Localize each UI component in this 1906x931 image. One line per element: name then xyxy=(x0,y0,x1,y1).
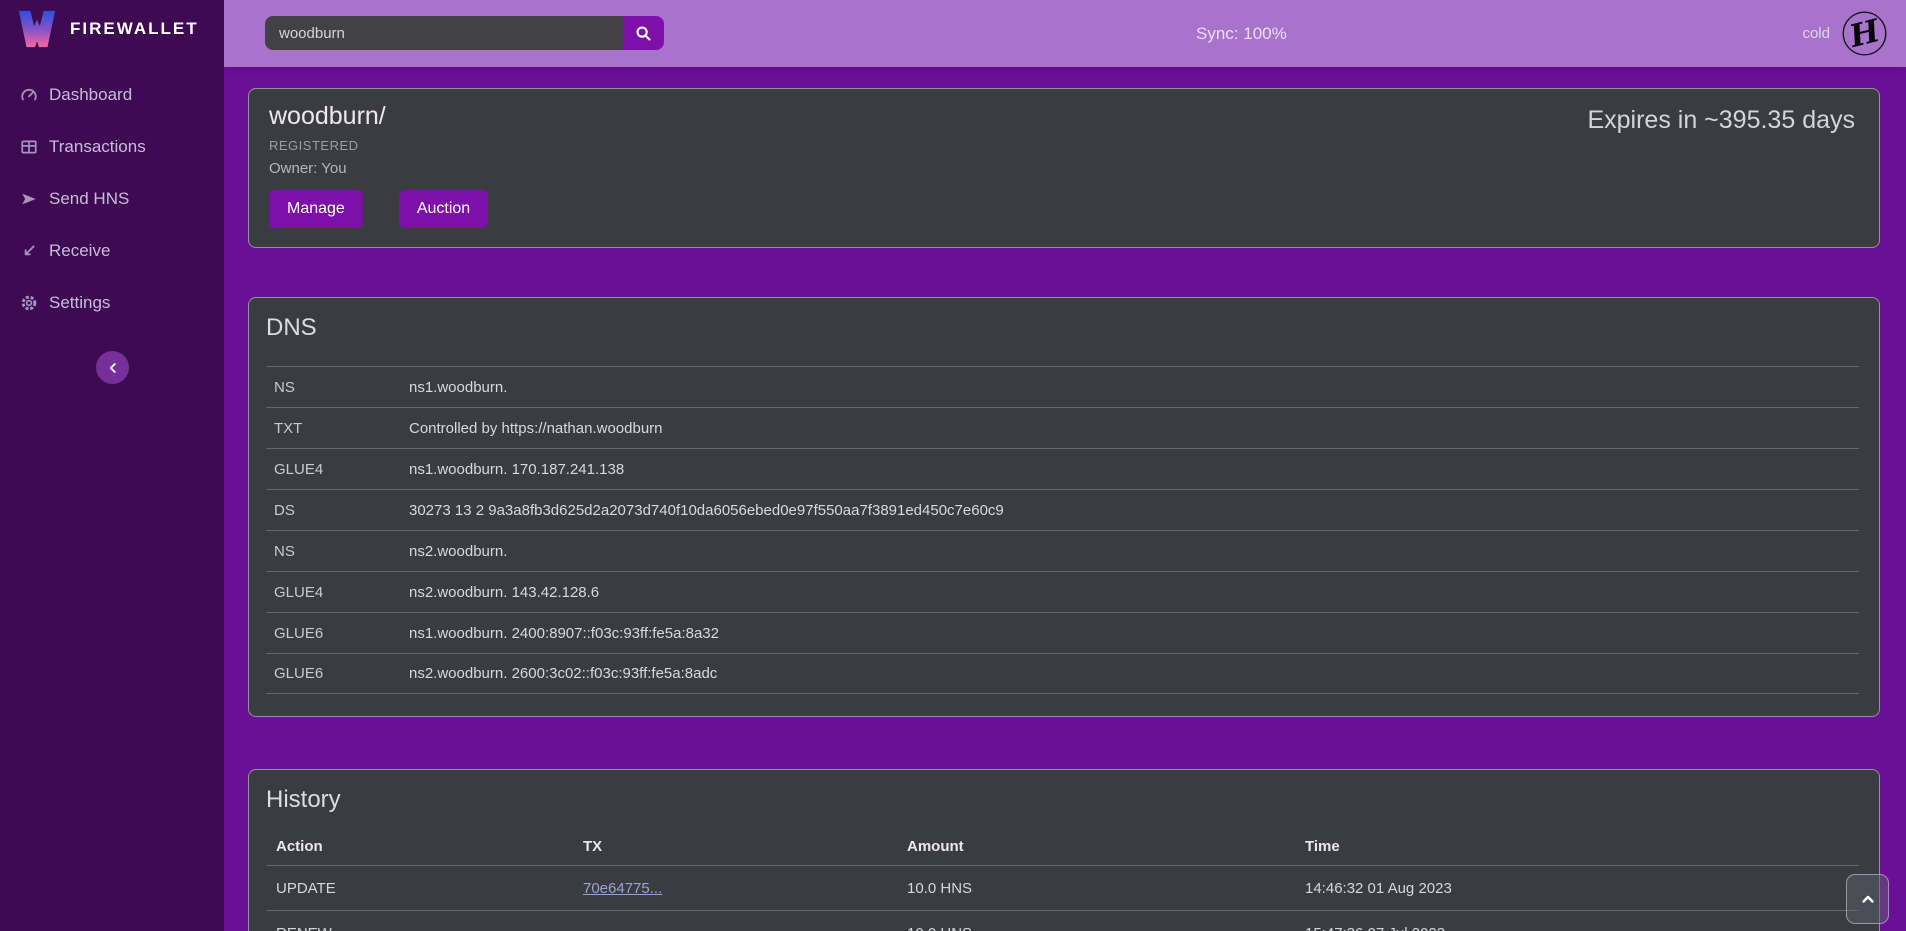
domain-card: woodburn/ REGISTERED Owner: You Manage A… xyxy=(248,88,1880,248)
sidebar-item-receive[interactable]: Receive xyxy=(0,225,224,277)
dns-record-value: ns2.woodburn. 2600:3c02::f03c:93ff:fe5a:… xyxy=(409,665,717,682)
dns-record-type: GLUE4 xyxy=(266,461,409,478)
dns-table: NS ns1.woodburn. TXT Controlled by https… xyxy=(266,366,1859,694)
search-bar xyxy=(265,16,664,50)
gauge-icon xyxy=(20,86,38,104)
history-amount: 10.0 HNS xyxy=(907,925,1305,931)
manage-button[interactable]: Manage xyxy=(269,190,363,228)
domain-expiry: Expires in ~395.35 days xyxy=(1587,106,1855,135)
history-action: RENEW xyxy=(266,925,583,931)
domain-actions: Manage Auction xyxy=(269,190,1859,228)
history-col-time: Time xyxy=(1305,838,1859,855)
dns-record-row: GLUE4 ns2.woodburn. 143.42.128.6 xyxy=(266,571,1859,612)
history-row: RENEW ... 10.0 HNS 15:47:36 07 Jul 2023 xyxy=(266,911,1859,931)
domain-owner: Owner: You xyxy=(269,160,1859,177)
sidebar-item-label: Send HNS xyxy=(49,189,129,209)
svg-text:H: H xyxy=(1845,13,1885,56)
sidebar: FIREWALLET Dashboard Transactions Send H… xyxy=(0,0,224,931)
dns-record-type: NS xyxy=(266,543,409,560)
paper-plane-icon xyxy=(20,190,38,208)
dns-record-value: ns1.woodburn. 2400:8907::f03c:93ff:fe5a:… xyxy=(409,625,719,642)
history-row: UPDATE 70e64775... 10.0 HNS 14:46:32 01 … xyxy=(266,866,1859,911)
sidebar-item-label: Dashboard xyxy=(49,85,132,105)
search-magnifier-icon xyxy=(635,25,652,42)
topbar: Sync: 100% cold H xyxy=(224,0,1906,67)
dns-record-row: GLUE4 ns1.woodburn. 170.187.241.138 xyxy=(266,448,1859,489)
dns-record-value: ns2.woodburn. xyxy=(409,543,507,560)
dns-record-row: DS 30273 13 2 9a3a8fb3d625d2a2073d740f10… xyxy=(266,489,1859,530)
dns-record-value: ns2.woodburn. 143.42.128.6 xyxy=(409,584,599,601)
dns-record-type: GLUE4 xyxy=(266,584,409,601)
history-table: Action TX Amount Time UPDATE 70e64775...… xyxy=(266,828,1859,931)
history-action: UPDATE xyxy=(266,880,583,897)
history-time: 15:47:36 07 Jul 2023 xyxy=(1305,925,1859,931)
dns-record-row: GLUE6 ns1.woodburn. 2400:8907::f03c:93ff… xyxy=(266,612,1859,653)
domain-status: REGISTERED xyxy=(269,138,1859,153)
sidebar-item-label: Transactions xyxy=(49,137,146,157)
wallet-area: cold H xyxy=(1802,0,1887,67)
brand-name: FIREWALLET xyxy=(70,19,199,39)
search-input[interactable] xyxy=(265,16,623,50)
firewallet-logo-icon xyxy=(16,9,58,49)
dns-record-value: ns1.woodburn. 170.187.241.138 xyxy=(409,461,624,478)
history-header-row: Action TX Amount Time xyxy=(266,828,1859,866)
dns-record-value: 30273 13 2 9a3a8fb3d625d2a2073d740f10da6… xyxy=(409,502,1004,519)
sidebar-item-send-hns[interactable]: Send HNS xyxy=(0,173,224,225)
receive-arrow-icon xyxy=(20,242,38,260)
sync-status: Sync: 100% xyxy=(1196,0,1287,67)
brand: FIREWALLET xyxy=(0,0,224,49)
main-content: woodburn/ REGISTERED Owner: You Manage A… xyxy=(224,67,1906,931)
search-button[interactable] xyxy=(623,16,664,50)
scroll-to-top-button[interactable] xyxy=(1846,874,1889,924)
table-icon xyxy=(20,138,38,156)
dns-record-type: GLUE6 xyxy=(266,625,409,642)
handshake-logo-icon[interactable]: H xyxy=(1842,11,1887,56)
history-col-tx: TX xyxy=(583,838,907,855)
dns-record-type: GLUE6 xyxy=(266,665,409,682)
history-col-amount: Amount xyxy=(907,838,1305,855)
dns-record-type: DS xyxy=(266,502,409,519)
chevron-up-icon xyxy=(1860,891,1876,907)
tx-link[interactable]: ... xyxy=(583,925,596,931)
dns-title: DNS xyxy=(266,314,1859,342)
history-title: History xyxy=(266,786,1859,814)
dns-record-value: Controlled by https://nathan.woodburn xyxy=(409,420,663,437)
dns-record-type: NS xyxy=(266,379,409,396)
auction-button[interactable]: Auction xyxy=(399,190,488,228)
history-amount: 10.0 HNS xyxy=(907,880,1305,897)
sidebar-item-label: Settings xyxy=(49,293,110,313)
dns-record-row: GLUE6 ns2.woodburn. 2600:3c02::f03c:93ff… xyxy=(266,653,1859,694)
chevron-left-icon xyxy=(106,361,120,375)
sidebar-item-label: Receive xyxy=(49,241,110,261)
dns-record-row: TXT Controlled by https://nathan.woodbur… xyxy=(266,407,1859,448)
sidebar-item-settings[interactable]: Settings xyxy=(0,277,224,329)
dns-record-value: ns1.woodburn. xyxy=(409,379,507,396)
sidebar-nav: Dashboard Transactions Send HNS Receive xyxy=(0,69,224,329)
wallet-name: cold xyxy=(1802,25,1830,42)
history-time: 14:46:32 01 Aug 2023 xyxy=(1305,880,1859,897)
history-card: History Action TX Amount Time UPDATE 70e… xyxy=(248,769,1880,931)
tx-link[interactable]: 70e64775... xyxy=(583,880,662,897)
sidebar-collapse-button[interactable] xyxy=(96,351,129,384)
history-col-action: Action xyxy=(266,838,583,855)
dns-record-row: NS ns1.woodburn. xyxy=(266,366,1859,407)
sidebar-item-dashboard[interactable]: Dashboard xyxy=(0,69,224,121)
dns-record-row: NS ns2.woodburn. xyxy=(266,530,1859,571)
gear-icon xyxy=(20,294,38,312)
sidebar-item-transactions[interactable]: Transactions xyxy=(0,121,224,173)
dns-record-type: TXT xyxy=(266,420,409,437)
dns-card: DNS NS ns1.woodburn. TXT Controlled by h… xyxy=(248,297,1880,717)
